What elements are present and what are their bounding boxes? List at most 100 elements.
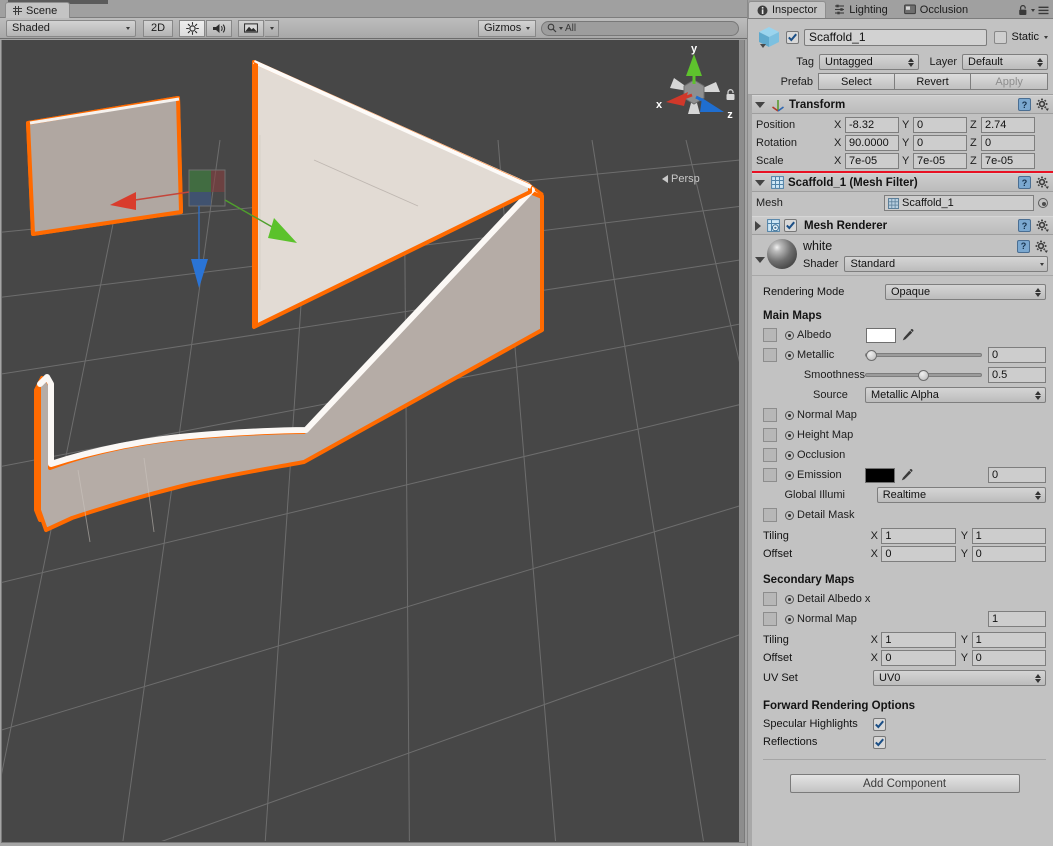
- mesh-renderer-component-header[interactable]: Mesh Renderer ?: [748, 216, 1053, 235]
- static-dropdown-icon[interactable]: [1044, 35, 1048, 39]
- occlusion-toggle-icon[interactable]: [785, 450, 794, 460]
- secondary-normal-map-value-input[interactable]: 1: [988, 611, 1046, 627]
- secondary-normal-map-toggle-icon[interactable]: [785, 614, 794, 624]
- tag-dropdown[interactable]: Untagged: [819, 54, 919, 70]
- scene-search-input[interactable]: All: [541, 20, 739, 36]
- normal-map-texture-slot[interactable]: [763, 408, 777, 422]
- foldout-icon[interactable]: [755, 220, 761, 231]
- layer-dropdown[interactable]: Default: [962, 54, 1048, 70]
- uv-set-dropdown[interactable]: UV0: [873, 670, 1046, 686]
- help-icon[interactable]: ?: [1018, 219, 1031, 232]
- metallic-toggle-icon[interactable]: [785, 350, 794, 360]
- scene-fx-toggle[interactable]: [238, 19, 264, 37]
- hamburger-menu-icon[interactable]: [1038, 6, 1049, 15]
- prefab-apply-button[interactable]: Apply: [971, 73, 1048, 90]
- smoothness-slider-knob[interactable]: [918, 370, 929, 381]
- emission-value-input[interactable]: 0: [988, 467, 1046, 483]
- height-map-texture-slot[interactable]: [763, 428, 777, 442]
- secondary-offset-y-input[interactable]: 0: [971, 650, 1046, 666]
- draw-mode-dropdown[interactable]: Shaded: [6, 19, 136, 37]
- rotation-z-input[interactable]: 0: [981, 135, 1035, 151]
- source-dropdown[interactable]: Metallic Alpha: [865, 387, 1046, 403]
- mesh-renderer-enabled-checkbox[interactable]: [784, 219, 797, 232]
- smoothness-value-input[interactable]: 0.5: [988, 367, 1046, 383]
- position-x-input[interactable]: -8.32: [845, 117, 899, 133]
- padlock-icon[interactable]: [1018, 5, 1028, 16]
- transform-component-header[interactable]: Transform ?: [748, 95, 1053, 114]
- rotation-y-input[interactable]: 0: [913, 135, 967, 151]
- scene-viewport[interactable]: y x z Persp: [1, 40, 745, 843]
- main-tiling-x-input[interactable]: 1: [881, 528, 956, 544]
- material-foldout-icon[interactable]: [755, 257, 765, 263]
- albedo-color-swatch[interactable]: [866, 327, 896, 343]
- scale-z-input[interactable]: 7e-05: [981, 153, 1035, 169]
- secondary-tiling-y-input[interactable]: 1: [971, 632, 1046, 648]
- foldout-icon[interactable]: [755, 101, 765, 108]
- foldout-icon[interactable]: [755, 179, 765, 186]
- metallic-value-input[interactable]: 0: [988, 347, 1046, 363]
- main-offset-x-input[interactable]: 0: [881, 546, 956, 562]
- position-z-input[interactable]: 2.74: [981, 117, 1035, 133]
- shader-dropdown[interactable]: Standard: [844, 256, 1048, 272]
- gameobject-name-input[interactable]: Scaffold_1: [804, 28, 988, 46]
- scene-fx-dropdown[interactable]: [265, 19, 279, 37]
- gear-icon[interactable]: [1036, 219, 1049, 232]
- emission-toggle-icon[interactable]: [785, 470, 794, 480]
- main-offset-y-input[interactable]: 0: [971, 546, 1046, 562]
- detail-mask-toggle-icon[interactable]: [785, 510, 794, 520]
- prefab-revert-button[interactable]: Revert: [894, 73, 972, 90]
- secondary-normal-map-texture-slot[interactable]: [763, 612, 777, 626]
- static-checkbox[interactable]: [994, 30, 1008, 44]
- main-tiling-y-input[interactable]: 1: [971, 528, 1046, 544]
- mesh-filter-component-header[interactable]: Scaffold_1 (Mesh Filter) ?: [748, 173, 1053, 192]
- detail-albedo-texture-slot[interactable]: [763, 592, 777, 606]
- metallic-slider-knob[interactable]: [866, 350, 877, 361]
- gizmos-dropdown[interactable]: Gizmos: [478, 19, 536, 37]
- occlusion-texture-slot[interactable]: [763, 448, 777, 462]
- height-map-toggle-icon[interactable]: [785, 430, 794, 440]
- tab-occlusion[interactable]: Occlusion: [896, 1, 976, 18]
- emission-color-swatch[interactable]: [865, 467, 895, 483]
- position-y-input[interactable]: 0: [913, 117, 967, 133]
- detail-mask-texture-slot[interactable]: [763, 508, 777, 522]
- rendering-mode-dropdown[interactable]: Opaque: [885, 284, 1046, 300]
- scene-lighting-toggle[interactable]: [179, 19, 205, 37]
- specular-highlights-checkbox[interactable]: [873, 717, 886, 731]
- secondary-tiling-x-input[interactable]: 1: [881, 632, 956, 648]
- scale-y-input[interactable]: 7e-05: [913, 153, 967, 169]
- eyedropper-icon[interactable]: [901, 328, 914, 342]
- add-component-button[interactable]: Add Component: [789, 774, 1020, 793]
- metallic-slider[interactable]: [865, 350, 982, 361]
- gear-icon[interactable]: [1036, 176, 1049, 189]
- albedo-texture-slot[interactable]: [763, 328, 777, 342]
- emission-texture-slot[interactable]: [763, 468, 777, 482]
- gear-icon[interactable]: [1036, 98, 1049, 111]
- normal-map-toggle-icon[interactable]: [785, 410, 794, 420]
- mesh-picker-icon[interactable]: [1038, 198, 1048, 208]
- gear-icon[interactable]: [1035, 240, 1048, 253]
- tab-scene[interactable]: Scene: [5, 2, 71, 18]
- chevron-down-icon[interactable]: [1031, 9, 1035, 12]
- scene-audio-toggle[interactable]: [206, 19, 232, 37]
- secondary-offset-x-input[interactable]: 0: [881, 650, 956, 666]
- reflections-checkbox[interactable]: [873, 735, 886, 749]
- global-illumination-dropdown[interactable]: Realtime: [876, 487, 1047, 503]
- help-icon[interactable]: ?: [1018, 176, 1031, 189]
- detail-albedo-toggle-icon[interactable]: [785, 594, 794, 604]
- scene-view-lock-icon[interactable]: [725, 89, 736, 101]
- smoothness-slider[interactable]: [865, 370, 982, 381]
- eyedropper-icon[interactable]: [900, 468, 913, 482]
- projection-mode-label[interactable]: Persp: [662, 173, 700, 185]
- metallic-texture-slot[interactable]: [763, 348, 777, 362]
- rotation-x-input[interactable]: 90.0000: [845, 135, 899, 151]
- scale-x-input[interactable]: 7e-05: [845, 153, 899, 169]
- albedo-toggle-icon[interactable]: [785, 330, 794, 340]
- gameobject-enabled-checkbox[interactable]: [786, 30, 799, 44]
- help-icon[interactable]: ?: [1018, 98, 1031, 111]
- prefab-select-button[interactable]: Select: [818, 73, 895, 90]
- tab-inspector[interactable]: Inspector: [748, 1, 827, 18]
- mesh-object-field[interactable]: Scaffold_1: [884, 195, 1034, 211]
- help-icon[interactable]: ?: [1017, 239, 1030, 253]
- toggle-2d-button[interactable]: 2D: [143, 19, 173, 37]
- tab-lighting[interactable]: Lighting: [826, 1, 896, 18]
